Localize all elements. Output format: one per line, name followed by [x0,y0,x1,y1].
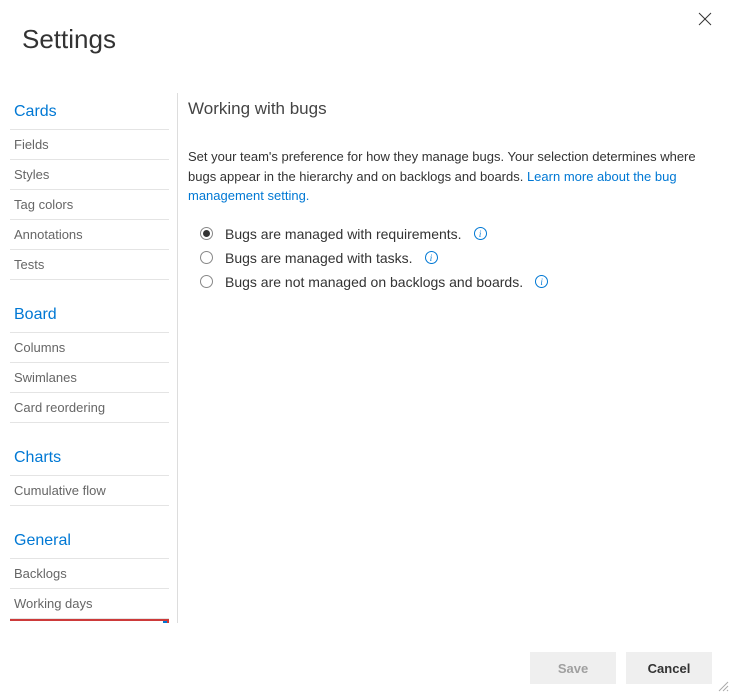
sidebar-item-tests[interactable]: Tests [10,250,169,280]
info-icon[interactable]: i [425,251,438,264]
sidebar-item-swimlanes[interactable]: Swimlanes [10,363,169,393]
radio-label: Bugs are managed with tasks. [225,250,413,266]
info-icon[interactable]: i [535,275,548,288]
sidebar-item-fields[interactable]: Fields [10,130,169,160]
page-title: Settings [0,0,730,55]
sidebar-item-columns[interactable]: Columns [10,333,169,363]
sidebar-item-annotations[interactable]: Annotations [10,220,169,250]
panel-description: Set your team's preference for how they … [188,147,708,206]
sidebar-item-tag-colors[interactable]: Tag colors [10,190,169,220]
bug-option-row: Bugs are managed with tasks. i [200,246,708,270]
sidebar-group-title: Charts [10,439,169,476]
bug-option-row: Bugs are not managed on backlogs and boa… [200,270,708,294]
sidebar-item-cumulative-flow[interactable]: Cumulative flow [10,476,169,506]
dialog-footer: Save Cancel [530,652,712,684]
sidebar-item-backlogs[interactable]: Backlogs [10,559,169,589]
info-icon[interactable]: i [474,227,487,240]
sidebar-item-highlight: Working with bugs [10,619,169,623]
radio-label: Bugs are not managed on backlogs and boa… [225,274,523,290]
save-button[interactable]: Save [530,652,616,684]
sidebar-item-working-with-bugs[interactable]: Working with bugs [12,621,167,623]
divider [177,93,178,623]
sidebar-item-working-days[interactable]: Working days [10,589,169,619]
settings-sidebar: CardsFieldsStylesTag colorsAnnotationsTe… [10,93,169,623]
resize-grip-icon[interactable] [717,679,729,697]
radio-label: Bugs are managed with requirements. [225,226,462,242]
sidebar-item-card-reordering[interactable]: Card reordering [10,393,169,423]
sidebar-group-title: Cards [10,93,169,130]
sidebar-group-title: Board [10,296,169,333]
radio-button[interactable] [200,275,213,288]
close-icon[interactable] [698,12,712,30]
sidebar-group-title: General [10,522,169,559]
radio-button[interactable] [200,251,213,264]
bug-option-row: Bugs are managed with requirements. i [200,222,708,246]
cancel-button[interactable]: Cancel [626,652,712,684]
panel-heading: Working with bugs [188,99,708,119]
settings-panel: Working with bugs Set your team's prefer… [188,93,730,623]
radio-button[interactable] [200,227,213,240]
sidebar-item-styles[interactable]: Styles [10,160,169,190]
